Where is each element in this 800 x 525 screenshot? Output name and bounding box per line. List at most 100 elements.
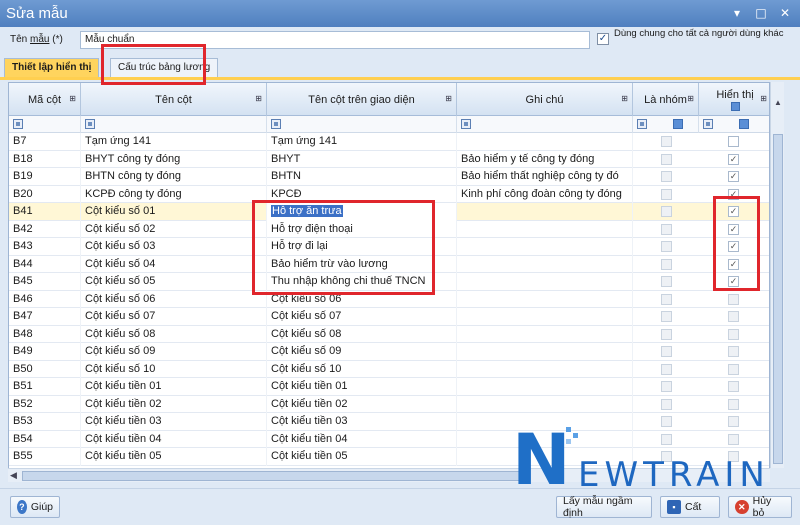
cancel-button[interactable]: ✕ Hủy bỏ (728, 495, 792, 519)
cell-ui-name[interactable]: Cột kiểu số 10 (267, 360, 457, 378)
cell-ui-name[interactable]: Tạm ứng 141 (267, 133, 457, 151)
header-hien-thi[interactable]: Hiển thị ⊞ (699, 83, 769, 116)
is-group-checkbox[interactable] (661, 188, 672, 200)
cell-ui-name[interactable]: Cột kiểu số 08 (267, 325, 457, 343)
is-group-checkbox[interactable] (661, 311, 672, 322)
filter-ten-cot[interactable] (81, 116, 267, 133)
is-group-checkbox[interactable] (661, 346, 672, 357)
visible-checkbox[interactable] (728, 433, 739, 445)
pin-icon[interactable]: ⊞ (255, 94, 262, 103)
header-ten-cot[interactable]: Tên cột ⊞ (81, 83, 267, 116)
header-ghi-chu[interactable]: Ghi chú ⊞ (457, 83, 633, 116)
filter-icon[interactable] (85, 119, 95, 129)
filter-hien-thi[interactable] (699, 116, 769, 133)
table-row[interactable]: B49 Cột kiểu số 09 Cột kiểu số 09 (9, 343, 769, 361)
pin-icon[interactable]: ⊞ (69, 94, 76, 103)
share-all-checkbox[interactable]: ✓ (597, 33, 609, 45)
is-group-checkbox[interactable] (661, 381, 672, 392)
cell-ui-name[interactable]: Cột kiểu số 09 (267, 343, 457, 361)
cell-note[interactable] (457, 343, 633, 361)
visible-checkbox[interactable]: ✓ (728, 153, 739, 165)
cell-note[interactable] (457, 430, 633, 448)
cell-ui-name[interactable]: Cột kiểu số 07 (267, 308, 457, 326)
cell-ui-name[interactable]: Cột kiểu tiền 02 (267, 395, 457, 413)
header-la-nhom[interactable]: Là nhóm ⊞ (633, 83, 699, 116)
visible-checkbox[interactable] (728, 311, 739, 322)
filter-icon[interactable] (703, 119, 713, 129)
cell-ui-name[interactable]: BHTN (267, 168, 457, 186)
is-group-checkbox[interactable] (661, 293, 672, 305)
table-row[interactable]: B48 Cột kiểu số 08 Cột kiểu số 08 (9, 325, 769, 343)
visible-checkbox[interactable] (728, 416, 739, 427)
pin-icon[interactable]: ⊞ (621, 94, 628, 103)
is-group-checkbox[interactable] (661, 433, 672, 445)
cell-note[interactable] (457, 308, 633, 326)
table-row[interactable]: B47 Cột kiểu số 07 Cột kiểu số 07 (9, 308, 769, 326)
pin-icon[interactable]: ⊞ (445, 94, 452, 103)
is-group-checkbox[interactable] (661, 171, 672, 182)
cell-note[interactable] (457, 203, 633, 221)
filter-icon[interactable] (271, 119, 281, 129)
cell-note[interactable]: Bảo hiểm y tế công ty đóng (457, 150, 633, 168)
table-row[interactable]: B51 Cột kiểu tiền 01 Cột kiểu tiền 01 (9, 378, 769, 396)
filter-checkbox[interactable] (673, 119, 683, 129)
cell-note[interactable] (457, 325, 633, 343)
tab-display-settings[interactable]: Thiết lập hiển thị (4, 58, 100, 77)
is-group-checkbox[interactable] (661, 153, 672, 165)
is-group-checkbox[interactable] (661, 241, 672, 252)
scroll-left-icon[interactable]: ◀ (10, 470, 17, 481)
table-row[interactable]: B53 Cột kiểu tiền 03 Cột kiểu tiền 03 (9, 413, 769, 431)
filter-icon[interactable] (461, 119, 471, 129)
scroll-up-icon[interactable]: ▲ (774, 98, 782, 107)
is-group-checkbox[interactable] (661, 398, 672, 410)
vertical-scrollbar[interactable]: ▲ (770, 82, 784, 468)
is-group-checkbox[interactable] (661, 276, 672, 287)
visible-checkbox[interactable] (728, 346, 739, 357)
visible-checkbox[interactable] (728, 293, 739, 305)
cell-ui-name[interactable]: Cột kiểu tiền 04 (267, 430, 457, 448)
table-row[interactable]: B18 BHYT công ty đóng BHYT Bảo hiểm y tế cô… (9, 150, 769, 168)
filter-icon[interactable] (637, 119, 647, 129)
cell-note[interactable] (457, 413, 633, 431)
load-default-button[interactable]: Lấy mẫu ngầm định (556, 495, 652, 519)
visible-checkbox[interactable] (728, 451, 739, 462)
is-group-checkbox[interactable] (661, 416, 672, 427)
filter-icon[interactable] (13, 119, 23, 129)
visible-checkbox[interactable] (728, 136, 739, 147)
cell-ui-name[interactable]: Cột kiểu tiền 01 (267, 378, 457, 396)
cell-ui-name[interactable]: Cột kiểu tiền 05 (267, 448, 457, 466)
maximize-icon[interactable]: □ (754, 6, 768, 20)
table-row[interactable]: B19 BHTN công ty đóng BHTN Bảo hiểm thất ng… (9, 168, 769, 186)
table-row[interactable]: B54 Cột kiểu tiền 04 Cột kiểu tiền 04 (9, 430, 769, 448)
cell-note[interactable] (457, 133, 633, 151)
filter-ten-cot-giao-dien[interactable] (267, 116, 457, 133)
table-row[interactable]: B50 Cột kiểu số 10 Cột kiểu số 10 (9, 360, 769, 378)
close-icon[interactable]: ✕ (778, 6, 792, 20)
filter-ghi-chu[interactable] (457, 116, 633, 133)
dropdown-icon[interactable]: ▾ (730, 6, 744, 20)
is-group-checkbox[interactable] (661, 451, 672, 462)
cell-ui-name[interactable]: BHYT (267, 150, 457, 168)
visible-checkbox[interactable] (728, 363, 739, 375)
visible-checkbox[interactable]: ✓ (728, 171, 739, 182)
is-group-checkbox[interactable] (661, 363, 672, 375)
table-row[interactable]: B7 Tạm ứng 141 Tạm ứng 141 (9, 133, 769, 151)
table-row[interactable]: B52 Cột kiểu tiền 02 Cột kiểu tiền 02 (9, 395, 769, 413)
horizontal-scrollbar[interactable]: ◀ (8, 468, 770, 482)
is-group-checkbox[interactable] (661, 223, 672, 235)
select-all-checkbox[interactable] (730, 101, 740, 111)
visible-checkbox[interactable] (728, 398, 739, 410)
horizontal-scroll-thumb[interactable] (22, 471, 527, 481)
cell-note[interactable] (457, 255, 633, 273)
table-row[interactable]: B55 Cột kiểu tiền 05 Cột kiểu tiền 05 (9, 448, 769, 466)
save-button[interactable]: ▪ Cất (660, 496, 720, 518)
cell-note[interactable]: Bảo hiểm thất nghiệp công ty đó (457, 168, 633, 186)
is-group-checkbox[interactable] (661, 206, 672, 217)
is-group-checkbox[interactable] (661, 328, 672, 340)
cell-note[interactable] (457, 378, 633, 396)
cell-note[interactable] (457, 448, 633, 466)
filter-checkbox[interactable] (739, 119, 749, 129)
cell-note[interactable] (457, 238, 633, 256)
filter-la-nhom[interactable] (633, 116, 699, 133)
cell-note[interactable] (457, 395, 633, 413)
